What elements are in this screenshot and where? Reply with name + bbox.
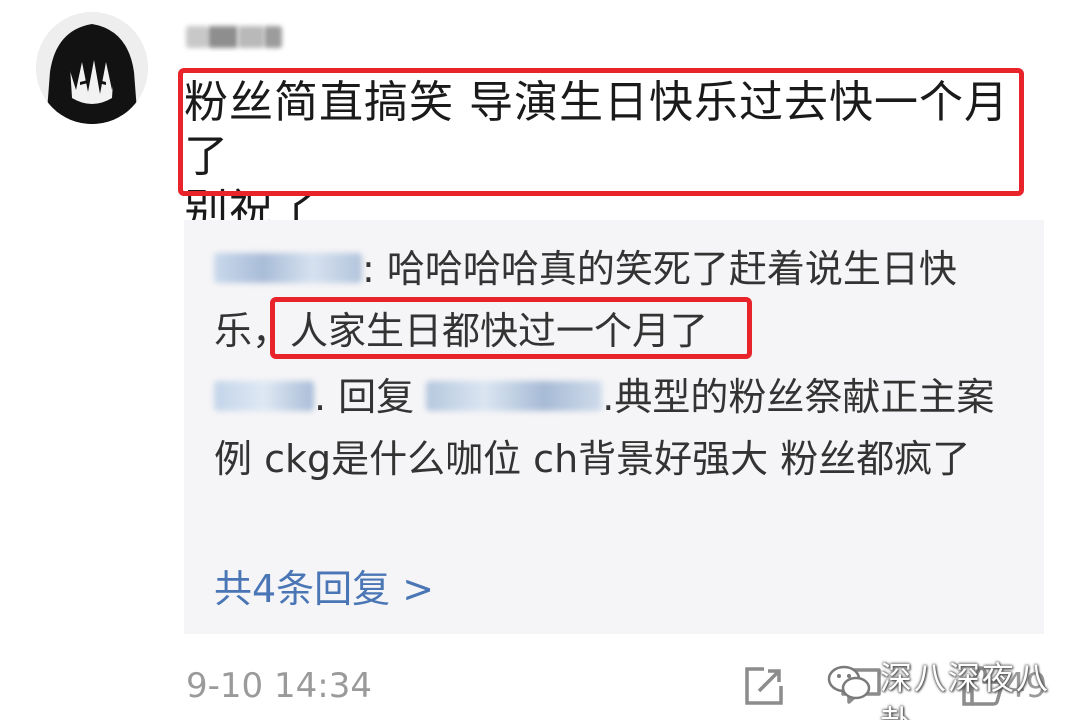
reply-target-blurred[interactable]: [426, 380, 603, 411]
reply-separator: .: [314, 375, 327, 419]
reply-author-blurred[interactable]: [214, 380, 314, 411]
wechat-icon: [827, 665, 871, 700]
reply-highlight-box: [270, 297, 752, 359]
comment-screen: 粉丝简直搞笑 导演生日快乐过去快一个月了 别祝了 : 哈哈哈哈真的笑死了赶着说生…: [0, 0, 1080, 720]
reply-separator: :: [362, 247, 375, 291]
username-blurred[interactable]: [186, 20, 286, 54]
avatar[interactable]: [36, 12, 148, 124]
reply-author-blurred[interactable]: [214, 252, 362, 283]
comment-highlight-box: [178, 68, 1024, 196]
share-icon[interactable]: [742, 664, 786, 708]
view-more-replies-link[interactable]: 共4条回复 >: [214, 564, 434, 614]
reply-word: 回复: [326, 375, 427, 419]
reply-item[interactable]: . 回复 .典型的粉丝祭献正主案例 ckg是什么咖位 ch背景好强大 粉丝都疯了: [214, 366, 1014, 490]
comment-timestamp: 9-10 14:34: [186, 666, 372, 706]
watermark: 深八深夜八卦: [880, 659, 1051, 720]
reply-panel: : 哈哈哈哈真的笑死了赶着说生日快乐，人家生日都快过一个月了 . 回复 .典型的…: [184, 220, 1044, 634]
